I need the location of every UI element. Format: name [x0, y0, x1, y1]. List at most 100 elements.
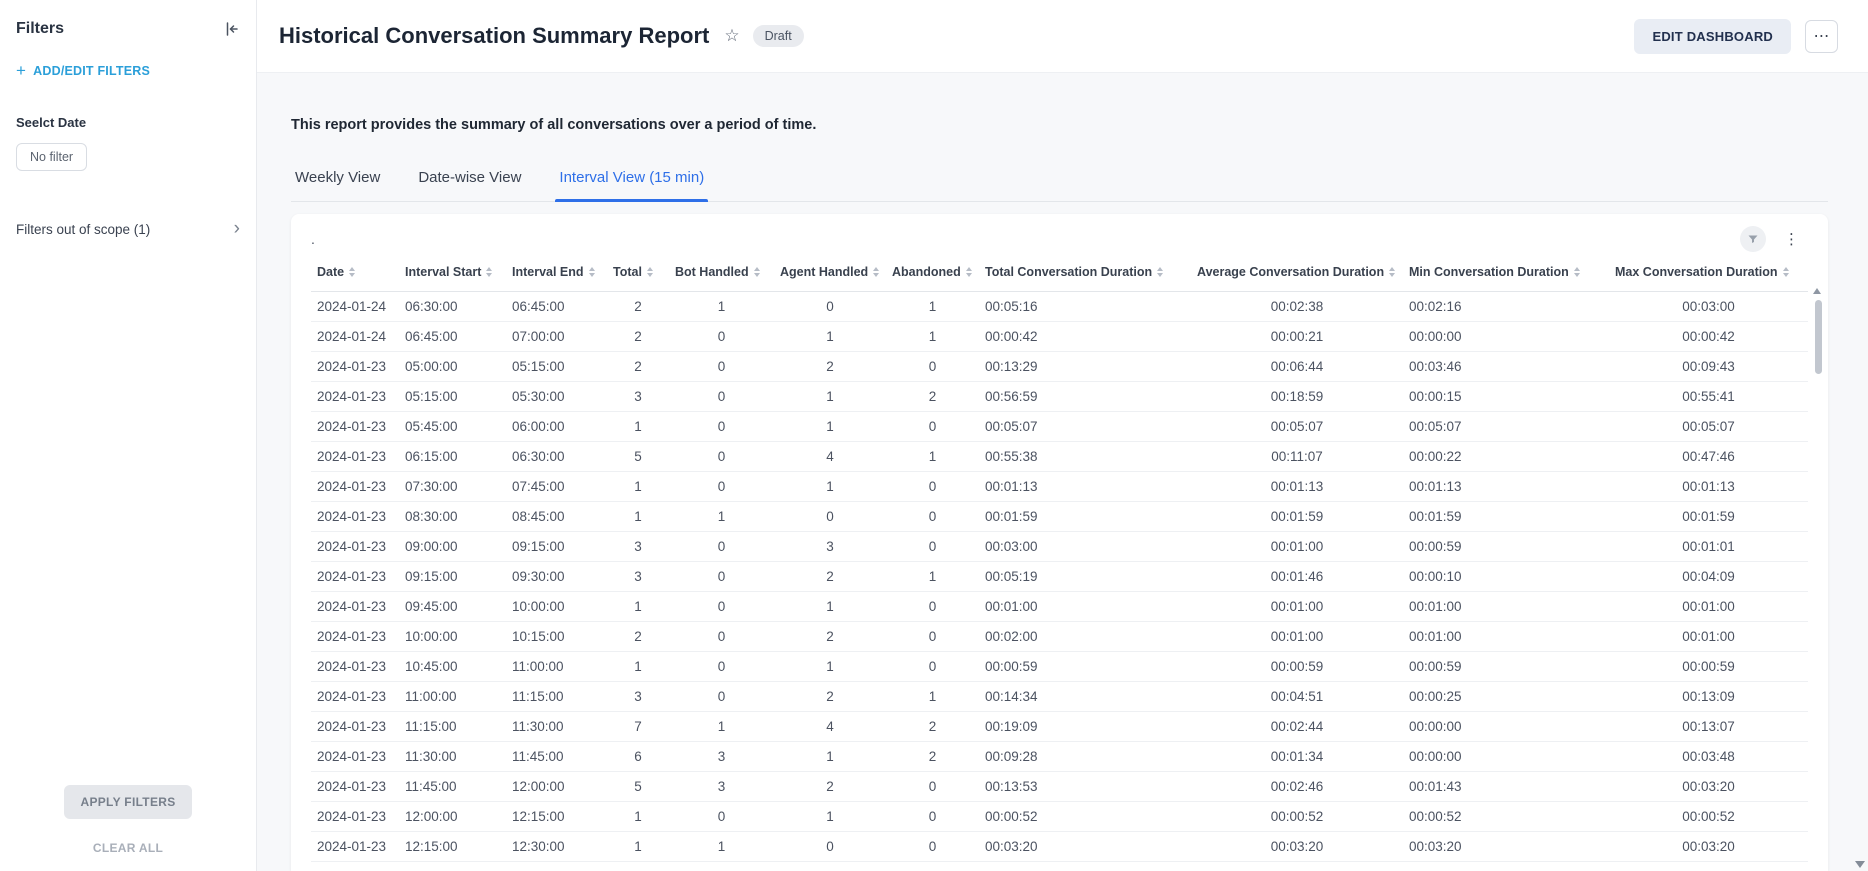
- table-cell: 0: [774, 502, 886, 532]
- column-header[interactable]: Bot Handled: [669, 257, 774, 292]
- table-cell: 0: [886, 832, 979, 862]
- table-row[interactable]: 2024-01-2309:15:0009:30:00302100:05:1900…: [311, 562, 1808, 592]
- table-cell: 00:03:20: [1403, 832, 1609, 862]
- table-cell: 4: [774, 712, 886, 742]
- table-cell: 00:02:38: [1191, 292, 1403, 322]
- table-row[interactable]: 2024-01-2308:30:0008:45:00110000:01:5900…: [311, 502, 1808, 532]
- kebab-menu-icon[interactable]: ⋮: [1781, 230, 1802, 248]
- column-header[interactable]: Interval End: [506, 257, 607, 292]
- table-row[interactable]: 2024-01-2306:15:0006:30:00504100:55:3800…: [311, 442, 1808, 472]
- column-header[interactable]: Average Conversation Duration: [1191, 257, 1403, 292]
- table-filter-icon[interactable]: [1740, 226, 1766, 252]
- interval-summary-table: Date Interval Start Interval EndTotalBot H…: [311, 257, 1808, 871]
- table-cell: 1: [886, 322, 979, 352]
- column-header[interactable]: Agent Handled: [774, 257, 886, 292]
- clear-all-button[interactable]: CLEAR ALL: [0, 841, 256, 855]
- table-row[interactable]: 2024-01-2406:30:0006:45:00210100:05:1600…: [311, 292, 1808, 322]
- column-header[interactable]: Interval Start: [399, 257, 506, 292]
- column-header[interactable]: Total: [607, 257, 669, 292]
- table-row[interactable]: 2024-01-2311:15:0011:30:00714200:19:0900…: [311, 712, 1808, 742]
- tab-date-wise-view[interactable]: Date-wise View: [414, 169, 525, 201]
- table-row[interactable]: 2024-01-2312:00:0012:15:00101000:00:5200…: [311, 802, 1808, 832]
- table-cell: 2024-01-23: [311, 532, 399, 562]
- table-row[interactable]: 2024-01-2311:45:0012:00:00532000:13:5300…: [311, 772, 1808, 802]
- table-cell: 00:00:52: [1191, 802, 1403, 832]
- table-cell: 00:13:09: [1609, 682, 1808, 712]
- tab-weekly-view[interactable]: Weekly View: [291, 169, 384, 201]
- edit-dashboard-button[interactable]: EDIT DASHBOARD: [1634, 19, 1791, 54]
- table-row[interactable]: 2024-01-2305:00:0005:15:00202000:13:2900…: [311, 352, 1808, 382]
- column-header[interactable]: Date: [311, 257, 399, 292]
- table-row[interactable]: 2024-01-2311:30:0011:45:00631200:09:2800…: [311, 742, 1808, 772]
- table-cell: 1: [607, 412, 669, 442]
- sort-icon[interactable]: [966, 267, 972, 277]
- table-cell: 00:56:59: [979, 382, 1191, 412]
- table-cell: 12:15:00: [399, 832, 506, 862]
- no-filter-chip[interactable]: No filter: [16, 143, 87, 171]
- page-scroll-down-icon[interactable]: [1855, 861, 1865, 868]
- table-row[interactable]: 2024-01-2305:45:0006:00:00101000:05:0700…: [311, 412, 1808, 442]
- table-cell: 1: [774, 652, 886, 682]
- column-header[interactable]: Total Conversation Duration: [979, 257, 1191, 292]
- table-cell: 2024-01-23: [311, 712, 399, 742]
- column-label: Max Conversation Duration: [1615, 265, 1778, 279]
- column-header[interactable]: Max Conversation Duration: [1609, 257, 1808, 292]
- table-cell: 1: [774, 472, 886, 502]
- sort-icon[interactable]: [873, 267, 879, 277]
- collapse-sidebar-icon[interactable]: [224, 21, 240, 37]
- column-header[interactable]: Abandoned: [886, 257, 979, 292]
- filters-out-of-scope-row[interactable]: Filters out of scope (1) ›: [16, 221, 240, 238]
- table-row[interactable]: 2024-01-2312:15:0012:30:00110000:03:2000…: [311, 832, 1808, 862]
- table-cell: 00:01:13: [1403, 472, 1609, 502]
- table-cell: 00:00:52: [1403, 802, 1609, 832]
- table-row[interactable]: 2024-01-2311:00:0011:15:00302100:14:3400…: [311, 682, 1808, 712]
- sort-icon[interactable]: [1783, 267, 1789, 277]
- table-cell: 0: [886, 772, 979, 802]
- column-label: Interval Start: [405, 265, 481, 279]
- table-cell: 2024-01-23: [311, 592, 399, 622]
- table-scroll-up-icon[interactable]: [1813, 288, 1821, 294]
- table-cell: 00:06:44: [1191, 352, 1403, 382]
- table-cell: 11:15:00: [399, 712, 506, 742]
- more-options-button[interactable]: ⋯: [1805, 20, 1838, 53]
- table-cell: 00:03:48: [1609, 742, 1808, 772]
- table-cell: 2: [886, 712, 979, 742]
- table-cell: 00:42:03: [1191, 862, 1403, 871]
- table-cell: 10:45:00: [399, 652, 506, 682]
- table-row[interactable]: 2024-01-2305:15:0005:30:00301200:56:5900…: [311, 382, 1808, 412]
- table-row[interactable]: 2024-01-2309:45:0010:00:00101000:01:0000…: [311, 592, 1808, 622]
- star-icon[interactable]: ☆: [724, 26, 739, 46]
- table-row[interactable]: 2024-01-2406:45:0007:00:00201100:00:4200…: [311, 322, 1808, 352]
- table-row[interactable]: 2024-01-2312:45:0013:00:00330002:06:1100…: [311, 862, 1808, 871]
- table-cell: 0: [886, 352, 979, 382]
- sort-icon[interactable]: [754, 267, 760, 277]
- sort-icon[interactable]: [647, 267, 653, 277]
- table-cell: 11:45:00: [506, 742, 607, 772]
- table-scrollbar-thumb[interactable]: [1815, 300, 1822, 374]
- table-row[interactable]: 2024-01-2309:00:0009:15:00303000:03:0000…: [311, 532, 1808, 562]
- table-cell: 1: [669, 832, 774, 862]
- table-cell: 0: [886, 532, 979, 562]
- add-edit-filters-link[interactable]: + ADD/EDIT FILTERS: [16, 62, 240, 79]
- table-row[interactable]: 2024-01-2307:30:0007:45:00101000:01:1300…: [311, 472, 1808, 502]
- table-cell: 0: [886, 472, 979, 502]
- sort-icon[interactable]: [349, 267, 355, 277]
- table-cell: 00:00:22: [1403, 442, 1609, 472]
- table-row[interactable]: 2024-01-2310:00:0010:15:00202000:02:0000…: [311, 622, 1808, 652]
- table-cell: 0: [886, 652, 979, 682]
- table-cell: 00:04:09: [1609, 562, 1808, 592]
- column-header[interactable]: Min Conversation Duration: [1403, 257, 1609, 292]
- sort-icon[interactable]: [1574, 267, 1580, 277]
- sort-icon[interactable]: [589, 267, 595, 277]
- sort-icon[interactable]: [1389, 267, 1395, 277]
- tab-interval-view-15-min[interactable]: Interval View (15 min): [555, 169, 708, 201]
- table-row[interactable]: 2024-01-2310:45:0011:00:00101000:00:5900…: [311, 652, 1808, 682]
- table-cell: 00:01:01: [1609, 532, 1808, 562]
- sort-icon[interactable]: [1157, 267, 1163, 277]
- table-cell: 11:00:00: [506, 652, 607, 682]
- table-cell: 00:00:59: [1609, 652, 1808, 682]
- sort-icon[interactable]: [486, 267, 492, 277]
- table-cell: 00:05:07: [1403, 412, 1609, 442]
- add-edit-filters-label: ADD/EDIT FILTERS: [33, 64, 150, 78]
- apply-filters-button[interactable]: APPLY FILTERS: [64, 785, 191, 819]
